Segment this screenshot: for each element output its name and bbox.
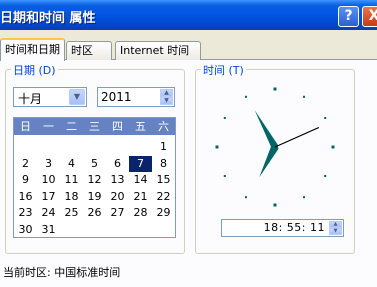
chevron-down-icon[interactable]: ▼ xyxy=(69,89,85,105)
month-select[interactable]: 十月 ▼ xyxy=(13,87,87,107)
calendar-day[interactable]: 21 xyxy=(129,189,152,205)
clock-tick xyxy=(273,87,277,91)
calendar-day[interactable]: 28 xyxy=(129,205,152,221)
calendar-day[interactable]: 5 xyxy=(83,156,106,172)
calendar-day[interactable]: 3 xyxy=(37,156,60,172)
time-group-label: 时间 (T) xyxy=(201,62,246,78)
clock-tick xyxy=(245,95,247,98)
time-value: 18: 55: 11 xyxy=(263,221,325,234)
time-down-arrow-icon[interactable]: ▼ xyxy=(329,228,342,235)
calendar-day[interactable]: 6 xyxy=(106,156,129,172)
calendar-day[interactable]: 24 xyxy=(37,205,60,221)
calendar-day[interactable]: 7 xyxy=(129,155,152,172)
calendar-day[interactable]: 8 xyxy=(152,156,175,172)
calendar-day[interactable]: 30 xyxy=(14,222,37,238)
weekday-wed: 三 xyxy=(89,120,100,133)
time-up-arrow-icon[interactable]: ▲ xyxy=(329,221,342,228)
calendar-day[interactable]: 29 xyxy=(152,205,175,221)
calendar-day[interactable]: 20 xyxy=(106,189,129,205)
calendar[interactable]: 日 一 二 三 四 五 六 1 2 3 4 5 6 7 8 9 10 11 12 13 14 15 16 17 1… xyxy=(13,117,176,238)
calendar-day[interactable]: 31 xyxy=(37,222,60,238)
calendar-day[interactable]: 15 xyxy=(152,172,175,188)
window-title: 日期和时间 属性 xyxy=(0,11,96,26)
weekday-thu: 四 xyxy=(112,120,123,133)
close-button[interactable]: X xyxy=(362,6,377,27)
clock-tick xyxy=(331,145,335,149)
calendar-day[interactable]: 1 xyxy=(152,139,175,155)
clock-tick xyxy=(324,175,327,177)
clock-tick xyxy=(223,117,226,119)
clock-tick xyxy=(245,196,247,199)
weekday-sat: 六 xyxy=(158,120,169,133)
weekday-fri: 五 xyxy=(135,120,146,133)
clock-tick xyxy=(223,175,226,177)
tab-timezone[interactable]: 时区 xyxy=(66,41,112,60)
calendar-day[interactable]: 4 xyxy=(60,156,83,172)
calendar-day[interactable]: 10 xyxy=(37,172,60,188)
clock-tick xyxy=(303,95,305,98)
date-group-label: 日期 (D) xyxy=(11,62,58,78)
calendar-day[interactable]: 25 xyxy=(60,205,83,221)
calendar-day[interactable]: 22 xyxy=(152,189,175,205)
year-value: 2011 xyxy=(101,90,132,104)
month-value: 十月 xyxy=(18,92,43,106)
calendar-header: 日 一 二 三 四 五 六 xyxy=(14,118,175,135)
calendar-day[interactable]: 16 xyxy=(14,189,37,205)
help-button[interactable]: ? xyxy=(338,6,359,27)
title-bar[interactable]: 日期和时间 属性 ? X xyxy=(0,0,377,30)
calendar-day[interactable]: 14 xyxy=(129,172,152,188)
calendar-day[interactable]: 17 xyxy=(37,189,60,205)
calendar-day[interactable]: 11 xyxy=(60,172,83,188)
year-spinner[interactable]: 2011 ▲ ▼ xyxy=(97,87,175,107)
tab-date-time[interactable]: 时间和日期 xyxy=(0,38,65,61)
clock-tick xyxy=(273,203,277,207)
weekday-tue: 二 xyxy=(66,120,77,133)
clock-tick xyxy=(324,117,327,119)
clock-tick xyxy=(215,145,219,149)
year-up-arrow-icon[interactable]: ▲ xyxy=(160,89,173,97)
calendar-day[interactable]: 19 xyxy=(83,189,106,205)
weekday-mon: 一 xyxy=(43,120,54,133)
calendar-day[interactable]: 18 xyxy=(60,189,83,205)
time-spinner[interactable]: 18: 55: 11 ▲ ▼ xyxy=(221,219,344,237)
clock-tick xyxy=(303,196,305,199)
current-timezone: 当前时区: 中国标准时间 xyxy=(3,266,121,279)
calendar-day[interactable]: 2 xyxy=(14,156,37,172)
tab-internet-time[interactable]: Internet 时间 xyxy=(115,41,201,60)
calendar-day[interactable]: 9 xyxy=(14,172,37,188)
calendar-day[interactable]: 13 xyxy=(106,172,129,188)
analog-clock xyxy=(215,87,335,207)
clock-second-hand xyxy=(274,126,320,148)
calendar-day[interactable]: 23 xyxy=(14,205,37,221)
clock-minute-hand xyxy=(254,110,279,151)
calendar-day[interactable]: 27 xyxy=(106,205,129,221)
calendar-day[interactable]: 26 xyxy=(83,205,106,221)
weekday-sun: 日 xyxy=(20,120,31,133)
calendar-day[interactable]: 12 xyxy=(83,172,106,188)
year-down-arrow-icon[interactable]: ▼ xyxy=(160,97,173,105)
